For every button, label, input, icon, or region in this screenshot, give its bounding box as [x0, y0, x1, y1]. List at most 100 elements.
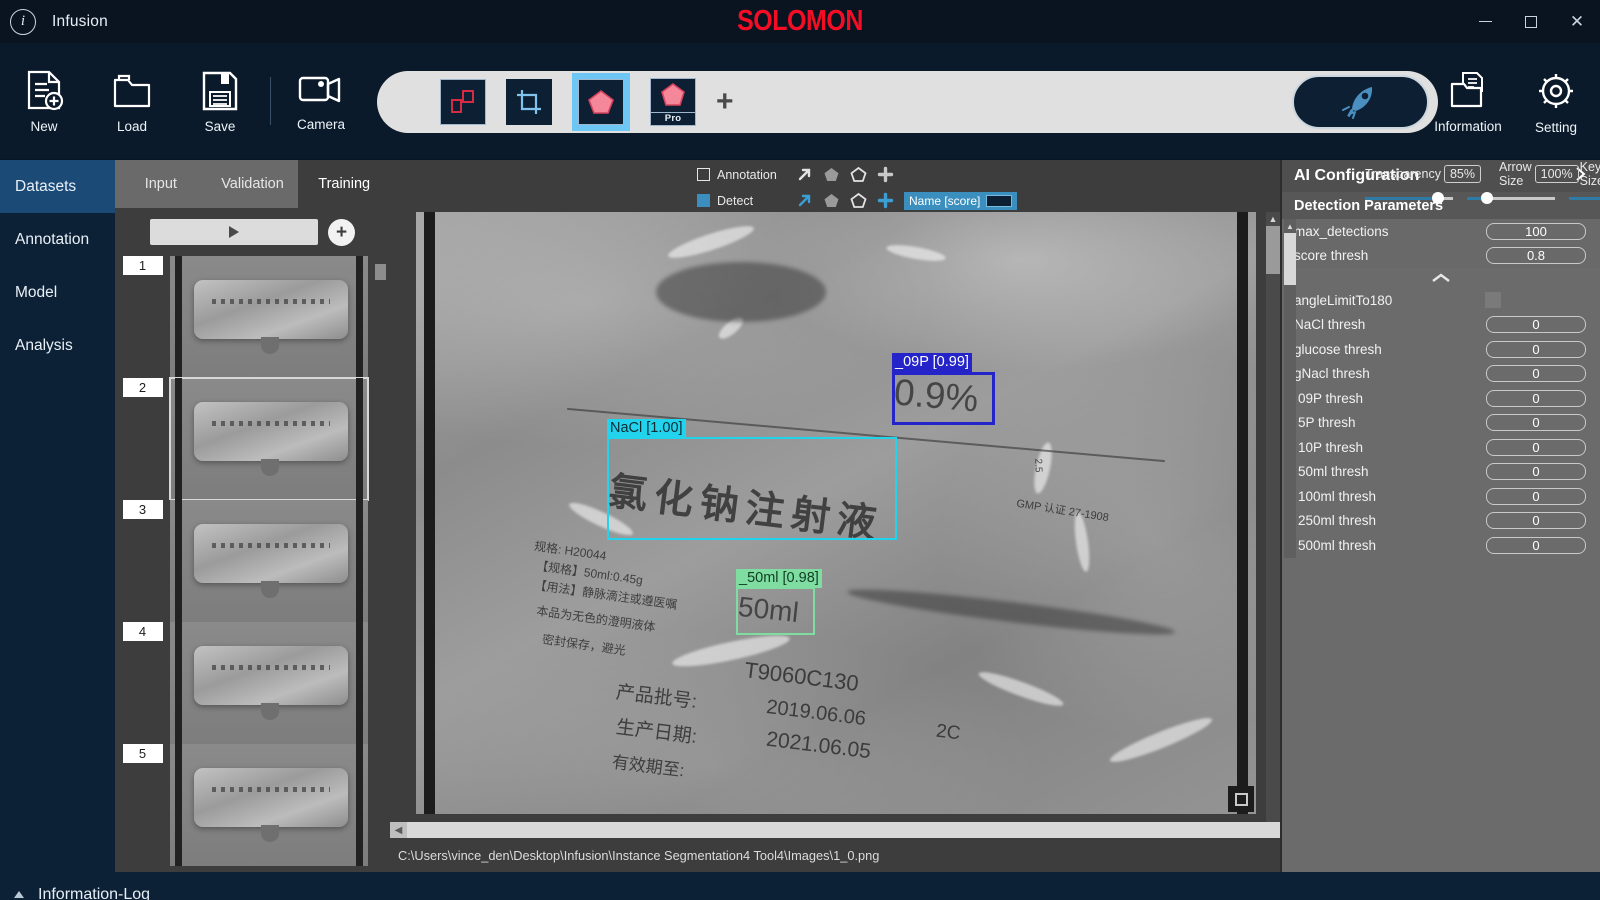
add-tool-button[interactable]: + [716, 87, 734, 117]
new-button[interactable]: New [0, 68, 88, 134]
info-icon[interactable]: i [10, 8, 36, 35]
name-score-badge[interactable]: Name [score] [904, 191, 1018, 210]
filled-pentagon-icon[interactable] [823, 192, 840, 209]
keypoint-size-slider[interactable] [1569, 196, 1600, 200]
scroll-up-icon[interactable]: ▲ [1284, 219, 1296, 233]
information-button[interactable]: Information [1424, 70, 1512, 134]
infusion-bag [193, 646, 349, 705]
canvas-area[interactable]: 规格: H20044 【规格】50ml:0.45g 【用法】静脉滴注或遵医嘱 本… [390, 212, 1280, 872]
list-item[interactable]: 3 [115, 500, 390, 622]
maximize-button[interactable] [1508, 0, 1554, 43]
param-value-input[interactable]: 0 [1486, 487, 1586, 505]
polygon-pro-tool[interactable]: Pro [650, 78, 696, 126]
scroll-left-icon[interactable]: ◀ [390, 822, 407, 838]
param-value-input[interactable]: 0.8 [1486, 247, 1586, 265]
information-log-bar[interactable]: Information-Log [0, 872, 1600, 900]
transparency-slider[interactable] [1365, 192, 1453, 204]
param-value-input[interactable]: 0 [1486, 414, 1586, 432]
sidebar-item-annotation[interactable]: Annotation [0, 213, 115, 266]
thumbnail-number-label: 1 [122, 256, 163, 275]
collapse-section-button[interactable] [1282, 268, 1600, 288]
infusion-bag [193, 280, 349, 339]
sidebar-item-model[interactable]: Model [0, 266, 115, 319]
inspection-image[interactable]: 规格: H20044 【规格】50ml:0.45g 【用法】静脉滴注或遵医嘱 本… [416, 212, 1256, 814]
list-item[interactable]: 1 [115, 256, 390, 378]
arrow-icon[interactable] [796, 192, 813, 209]
floppy-disk-icon [202, 71, 238, 111]
plus-icon[interactable] [877, 166, 894, 183]
param-row-09p-thresh: 09P thresh 0 [1282, 386, 1600, 411]
play-button[interactable] [150, 219, 318, 245]
minimize-button[interactable] [1462, 0, 1508, 43]
param-label: 09P thresh [1298, 390, 1364, 406]
param-value-input[interactable]: 0 [1486, 340, 1586, 358]
dataset-tabs: Input Validation Training [115, 160, 391, 208]
thumbnail-image [169, 377, 369, 501]
parameter-scrollbar[interactable]: ▲ [1284, 219, 1296, 558]
toolbar-right: Information Setting [1424, 43, 1600, 160]
param-value-input[interactable]: 100 [1486, 222, 1586, 240]
param-label: 100ml thresh [1298, 488, 1377, 504]
param-value-input[interactable]: 0 [1486, 536, 1586, 554]
bounding-box-tool[interactable] [440, 79, 486, 125]
thumbnail-number: 5 [115, 744, 170, 866]
plus-icon[interactable] [877, 192, 894, 209]
sidebar-item-datasets[interactable]: Datasets [0, 160, 115, 213]
crop-tool[interactable] [506, 79, 552, 125]
param-row-100ml-thresh: 100ml thresh 0 [1282, 484, 1600, 509]
scroll-thumb-vertical[interactable] [1266, 226, 1280, 274]
new-label: New [30, 119, 58, 134]
param-label: gNacl thresh [1294, 366, 1370, 382]
param-value-input[interactable]: 0 [1486, 463, 1586, 481]
fit-to-window-button[interactable] [1228, 786, 1254, 812]
add-dataset-button[interactable]: + [328, 218, 355, 246]
param-checkbox[interactable] [1485, 292, 1501, 309]
camera-button[interactable]: Camera [277, 70, 365, 132]
param-value-input[interactable]: 0 [1486, 389, 1586, 407]
filled-pentagon-icon[interactable] [823, 166, 840, 183]
list-item[interactable]: 5 [115, 744, 390, 866]
camera-icon [298, 76, 341, 103]
tab-input[interactable]: Input [115, 160, 207, 208]
polygon-tool[interactable] [572, 73, 630, 131]
save-button[interactable]: Save [176, 68, 264, 134]
tab-validation[interactable]: Validation [206, 160, 299, 208]
slider-tracks [1365, 185, 1600, 211]
detection-box-09p[interactable]: _09P [0.99] [892, 353, 995, 425]
scroll-up-icon[interactable]: ▲ [1266, 212, 1280, 226]
close-button[interactable]: ✕ [1554, 0, 1600, 43]
annotation-row: Annotation [697, 164, 1017, 185]
left-navigation: Datasets Annotation Model Analysis [0, 160, 115, 872]
detection-box-50ml[interactable]: _50ml [0.98] [736, 569, 822, 635]
param-value-input[interactable]: 0 [1486, 316, 1586, 334]
scroll-thumb-horizontal[interactable] [407, 822, 1280, 838]
annotation-checkbox[interactable] [697, 168, 710, 181]
param-value-input[interactable]: 0 [1486, 365, 1586, 383]
setting-label: Setting [1534, 119, 1578, 135]
outline-pentagon-icon[interactable] [850, 166, 867, 183]
arrow-icon[interactable] [796, 166, 813, 183]
detection-box-nacl[interactable]: NaCl [1.00] [607, 419, 897, 540]
arrow-size-slider[interactable] [1467, 192, 1555, 204]
list-item[interactable]: 4 [115, 622, 390, 744]
detection-label-nacl: NaCl [1.00] [607, 419, 686, 438]
transparency-value[interactable]: 85% [1443, 165, 1481, 183]
tab-training[interactable]: Training [298, 160, 391, 208]
run-button[interactable] [1292, 75, 1429, 129]
setting-button[interactable]: Setting [1512, 69, 1600, 135]
image-scrollbar-horizontal[interactable]: ◀ [390, 822, 1280, 838]
pentagon-icon [588, 90, 614, 114]
list-item[interactable]: 2 [115, 377, 390, 501]
parameter-list: ▲ max_detections 100 score thresh 0.8 an… [1282, 219, 1600, 558]
detect-checkbox[interactable] [697, 194, 710, 207]
arrow-size-value[interactable]: 100% [1534, 165, 1579, 183]
param-value-input[interactable]: 0 [1486, 438, 1586, 456]
param-value-input[interactable]: 0 [1486, 512, 1586, 530]
outline-pentagon-icon[interactable] [850, 192, 867, 209]
load-button[interactable]: Load [88, 68, 176, 134]
scroll-thumb[interactable] [1284, 233, 1296, 285]
sidebar-item-analysis[interactable]: Analysis [0, 319, 115, 372]
image-scrollbar-vertical[interactable]: ▲ [1266, 212, 1280, 822]
polygon-tool-inner [578, 79, 624, 125]
color-swatch[interactable] [986, 194, 1013, 207]
